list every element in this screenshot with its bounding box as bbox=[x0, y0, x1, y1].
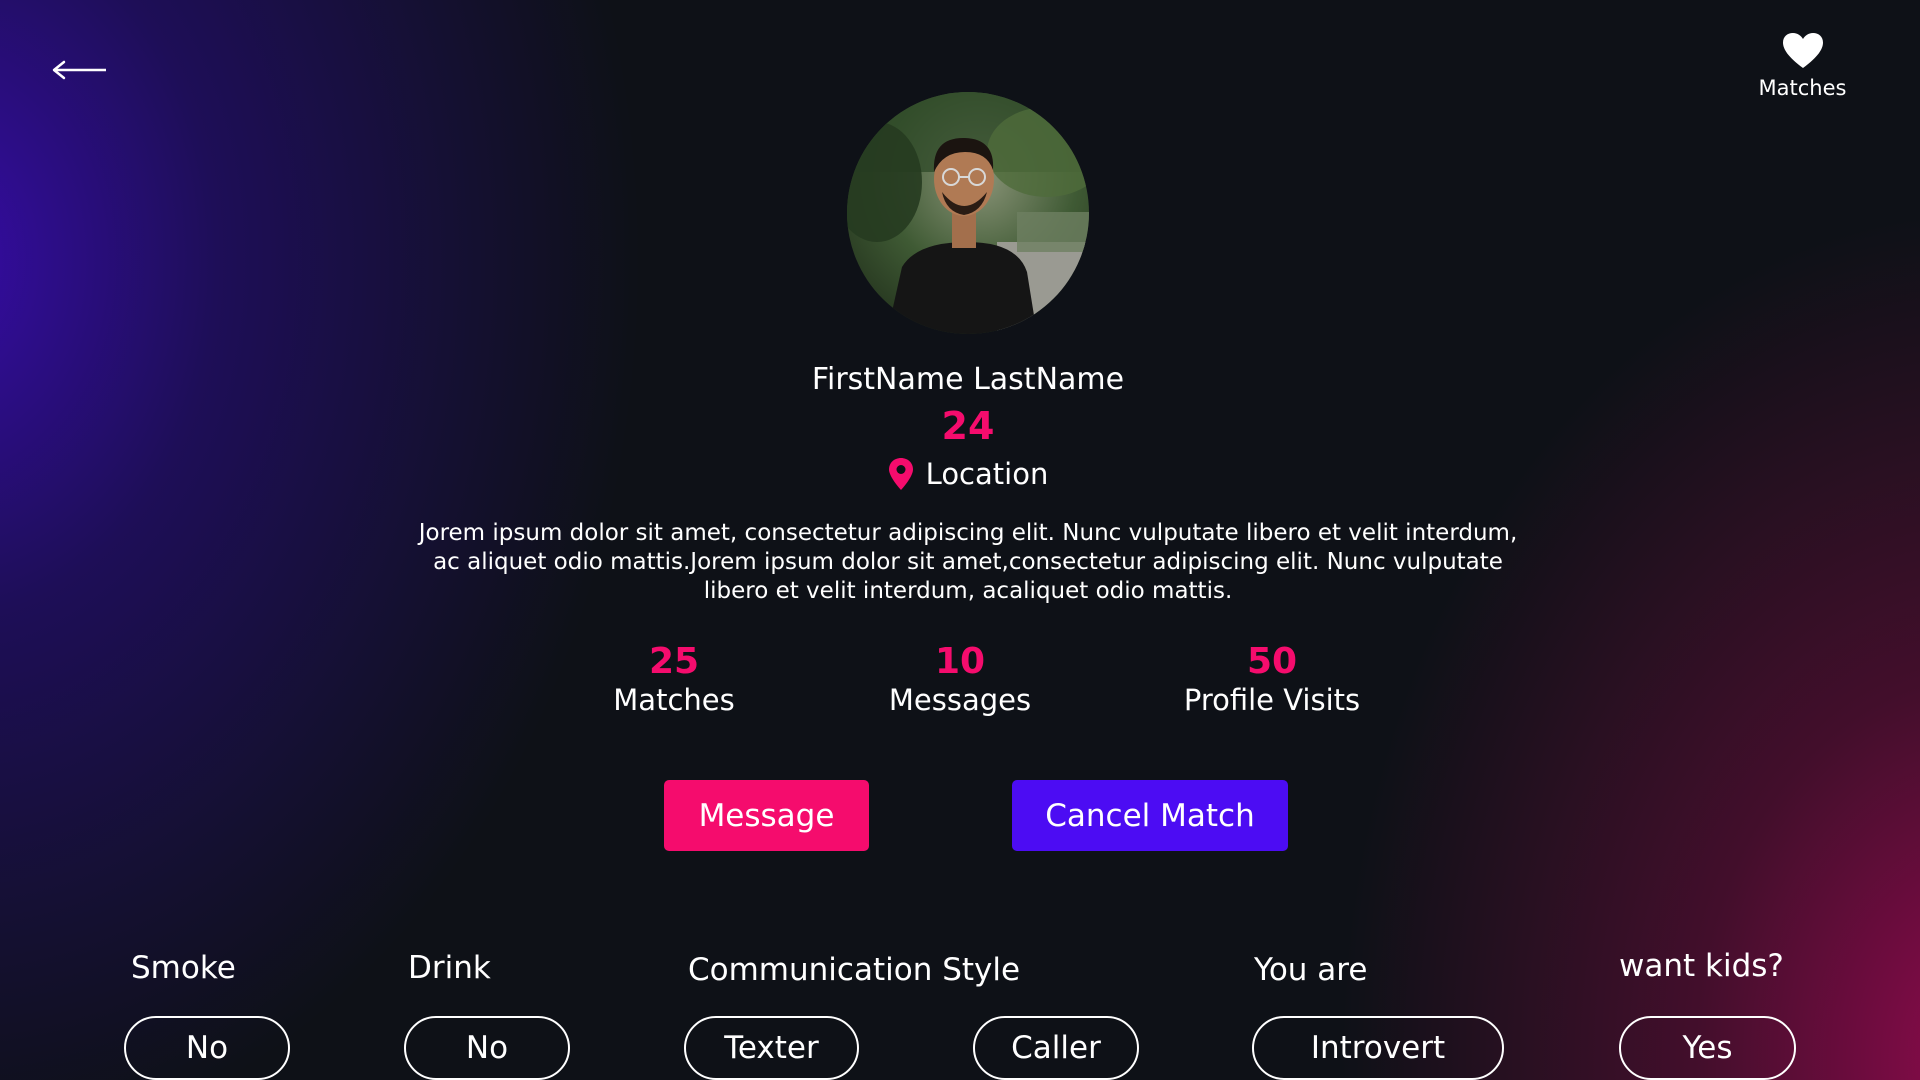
stat-messages-label: Messages bbox=[888, 683, 1032, 717]
communication-option-caller[interactable]: Caller bbox=[973, 1016, 1139, 1080]
smoke-label: Smoke bbox=[131, 950, 236, 986]
map-pin-icon bbox=[888, 458, 913, 490]
profile-photo bbox=[847, 92, 1089, 334]
stat-profile-visits: 50 Profile Visits bbox=[1142, 642, 1402, 718]
drink-option-no[interactable]: No bbox=[404, 1016, 570, 1080]
cancel-match-button[interactable]: Cancel Match bbox=[1012, 780, 1288, 851]
matches-nav-label: Matches bbox=[1758, 76, 1847, 100]
you-are-label: You are bbox=[1254, 952, 1368, 988]
profile-screen: Matches FirstName LastName 24 Location J… bbox=[0, 0, 1920, 1080]
stat-matches-value: 25 bbox=[648, 641, 700, 682]
heart-icon bbox=[1782, 33, 1823, 68]
stat-matches-label: Matches bbox=[613, 683, 735, 717]
stat-matches: 25 Matches bbox=[544, 642, 804, 718]
communication-option-texter[interactable]: Texter bbox=[684, 1016, 859, 1080]
stat-messages: 10 Messages bbox=[830, 642, 1090, 718]
profile-name: FirstName LastName bbox=[811, 362, 1125, 397]
stat-profile-visits-label: Profile Visits bbox=[1183, 683, 1361, 717]
stat-profile-visits-value: 50 bbox=[1246, 641, 1298, 682]
stat-messages-value: 10 bbox=[934, 641, 986, 682]
profile-bio: Jorem ipsum dolor sit amet, consectetur … bbox=[418, 520, 1518, 604]
kids-option-yes[interactable]: Yes bbox=[1619, 1016, 1796, 1080]
matches-nav-button[interactable]: Matches bbox=[1740, 32, 1865, 112]
personality-option-introvert[interactable]: Introvert bbox=[1252, 1016, 1504, 1080]
communication-style-label: Communication Style bbox=[688, 952, 1021, 988]
back-button[interactable] bbox=[50, 52, 110, 88]
want-kids-label: want kids? bbox=[1619, 948, 1784, 984]
smoke-option-no[interactable]: No bbox=[124, 1016, 290, 1080]
avatar bbox=[847, 92, 1089, 334]
message-button[interactable]: Message bbox=[664, 780, 869, 851]
location-text: Location bbox=[925, 457, 1049, 491]
profile-age: 24 bbox=[941, 404, 995, 448]
location-row: Location bbox=[700, 454, 1236, 494]
left-arrow-icon bbox=[52, 60, 106, 80]
drink-label: Drink bbox=[408, 950, 491, 986]
